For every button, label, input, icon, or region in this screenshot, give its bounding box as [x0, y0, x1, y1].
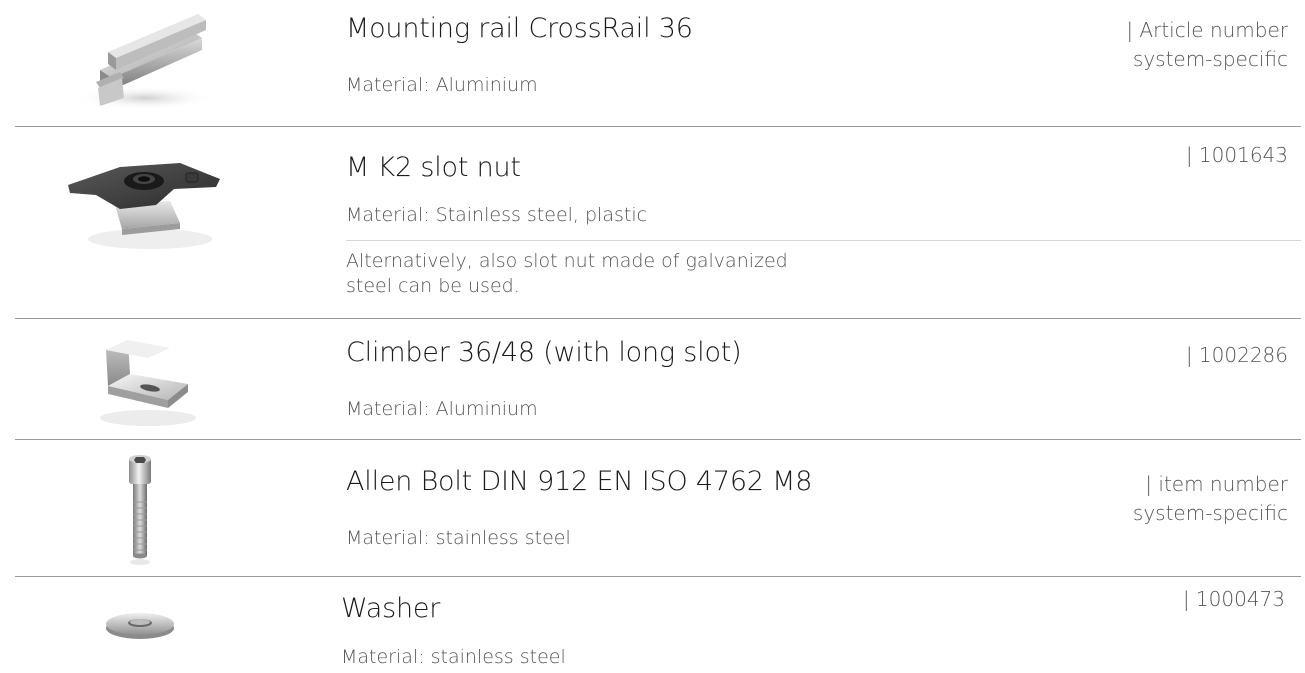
article-number-line1: | 1002286: [1185, 343, 1288, 367]
article-number: | item number system-specific: [1133, 470, 1288, 528]
mounting-rail-icon: [75, 14, 215, 110]
slot-nut-icon: [68, 163, 220, 249]
product-title: Mounting rail CrossRail 36: [346, 13, 693, 44]
allen-bolt-icon: [129, 455, 151, 565]
row-divider: [15, 126, 1301, 127]
article-number: | Article number system-specific: [1126, 16, 1288, 74]
article-number: | 1002286: [1186, 341, 1288, 370]
washer-icon: [106, 613, 174, 639]
row-divider: [15, 318, 1301, 319]
article-number-line1: | Article number: [1126, 18, 1288, 42]
note-line2: steel can be used.: [346, 275, 520, 297]
note-line1: Alternatively, also slot nut made of gal…: [346, 250, 788, 272]
product-material: Material: Aluminium: [346, 398, 538, 420]
product-material: Material: stainless steel: [346, 527, 571, 549]
product-note: Alternatively, also slot nut made of gal…: [346, 249, 866, 299]
product-title: M K2 slot nut: [346, 152, 521, 183]
article-number-line1: | 1000473: [1182, 587, 1285, 611]
article-number-line1: | item number: [1145, 472, 1288, 496]
article-number-line1: | 1001643: [1185, 143, 1288, 167]
note-divider: [346, 240, 1301, 241]
article-number-line2: system-specific: [1132, 501, 1288, 525]
article-number-line2: system-specific: [1132, 47, 1288, 71]
product-title: Climber 36/48 (with long slot): [346, 337, 742, 368]
product-title: Allen Bolt DIN 912 EN ISO 4762 M8: [346, 466, 813, 497]
product-material: Material: Stainless steel, plastic: [346, 204, 648, 226]
article-number: | 1000473: [1183, 585, 1285, 614]
product-title: Washer: [341, 593, 441, 624]
article-number: | 1001643: [1186, 141, 1288, 170]
product-material: Material: Aluminium: [346, 74, 538, 96]
product-material: Material: stainless steel: [341, 646, 566, 668]
row-divider: [15, 576, 1301, 577]
row-divider: [15, 439, 1301, 440]
climber-icon: [100, 340, 196, 426]
